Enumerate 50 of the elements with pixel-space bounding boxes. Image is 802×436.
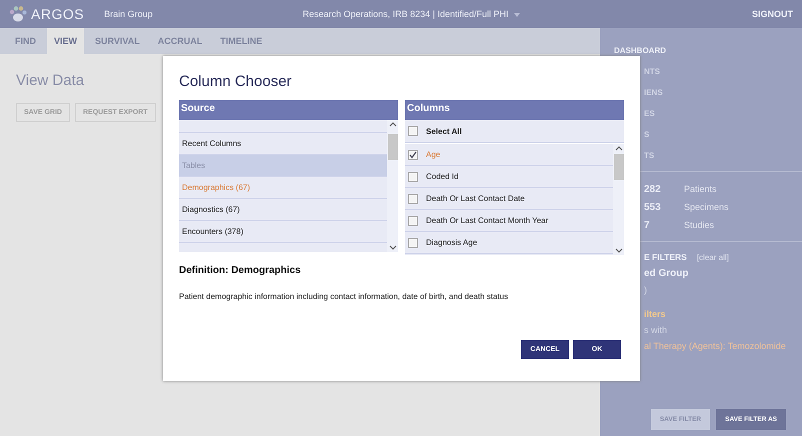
source-item[interactable]: Demographics (67) [179,177,387,199]
definition-text: Patient demographic information including contact information, date of birth, and death status [179,292,510,301]
page-title: View Data [16,72,84,89]
dialog-title: Column Chooser [179,73,293,90]
chevron-down-icon[interactable] [388,243,396,251]
scrollbar[interactable] [387,120,398,252]
scrollbar-thumb[interactable] [614,154,624,180]
filters-heading: E FILTERS [644,252,687,262]
columns-header: Columns [405,100,624,120]
chevron-up-icon[interactable] [614,145,622,153]
filter-text: s with [644,325,668,335]
count-value: 553 [644,202,662,213]
filter-text: al Therapy (Agents): Temozolomide [644,341,786,351]
app-logo: ARGOS [31,6,84,22]
chevron-down-icon[interactable] [614,246,622,254]
column-checkbox[interactable]: Age [405,144,613,166]
source-header: Source [179,100,398,120]
filter-text: ilters [644,309,666,319]
column-checkbox[interactable]: Diagnosis Age [405,232,613,254]
count-label: Patients [684,184,717,195]
column-checkbox[interactable]: Death Or Last Contact Date [405,188,613,210]
count-value: 7 [644,220,651,231]
chevron-up-icon[interactable] [388,121,396,129]
count-value: 282 [644,184,662,195]
scrollbar[interactable] [613,144,624,255]
source-item[interactable]: Encounters (378) [179,221,387,243]
column-checkbox[interactable]: Death Or Last Contact Month Year [405,210,613,232]
signout-link[interactable]: SIGNOUT [752,9,793,19]
sidebar-nav-item[interactable]: DASHBOARD [614,44,802,56]
filter-text: ed Group [644,268,688,279]
definition-title: Definition: Demographics [179,265,302,276]
group-name: Brain Group [104,9,153,19]
source-item[interactable]: Diagnostics (67) [179,199,387,221]
count-label: Studies [684,220,714,231]
project-dropdown[interactable]: Research Operations, IRB 8234 | Identified/Full PHI [302,9,520,19]
scrollbar-thumb[interactable] [388,134,398,160]
caret-icon [514,13,520,17]
check-icon [409,150,417,158]
tab[interactable]: SURVIVAL [88,28,147,54]
tab[interactable]: TIMELINE [213,28,270,54]
count-label: Specimens [684,202,729,213]
tab[interactable]: ACCRUAL [150,28,210,54]
column-checkbox[interactable]: Coded Id [405,166,613,188]
select-all-checkbox[interactable]: Select All [405,120,624,143]
clear-all-link[interactable]: [clear all] [696,253,729,262]
filter-text: ) [644,285,647,295]
tab[interactable]: FIND [8,28,43,54]
tab[interactable]: VIEW [47,28,84,54]
paw-logo-icon [9,6,27,22]
source-item[interactable]: Tables [179,155,387,177]
